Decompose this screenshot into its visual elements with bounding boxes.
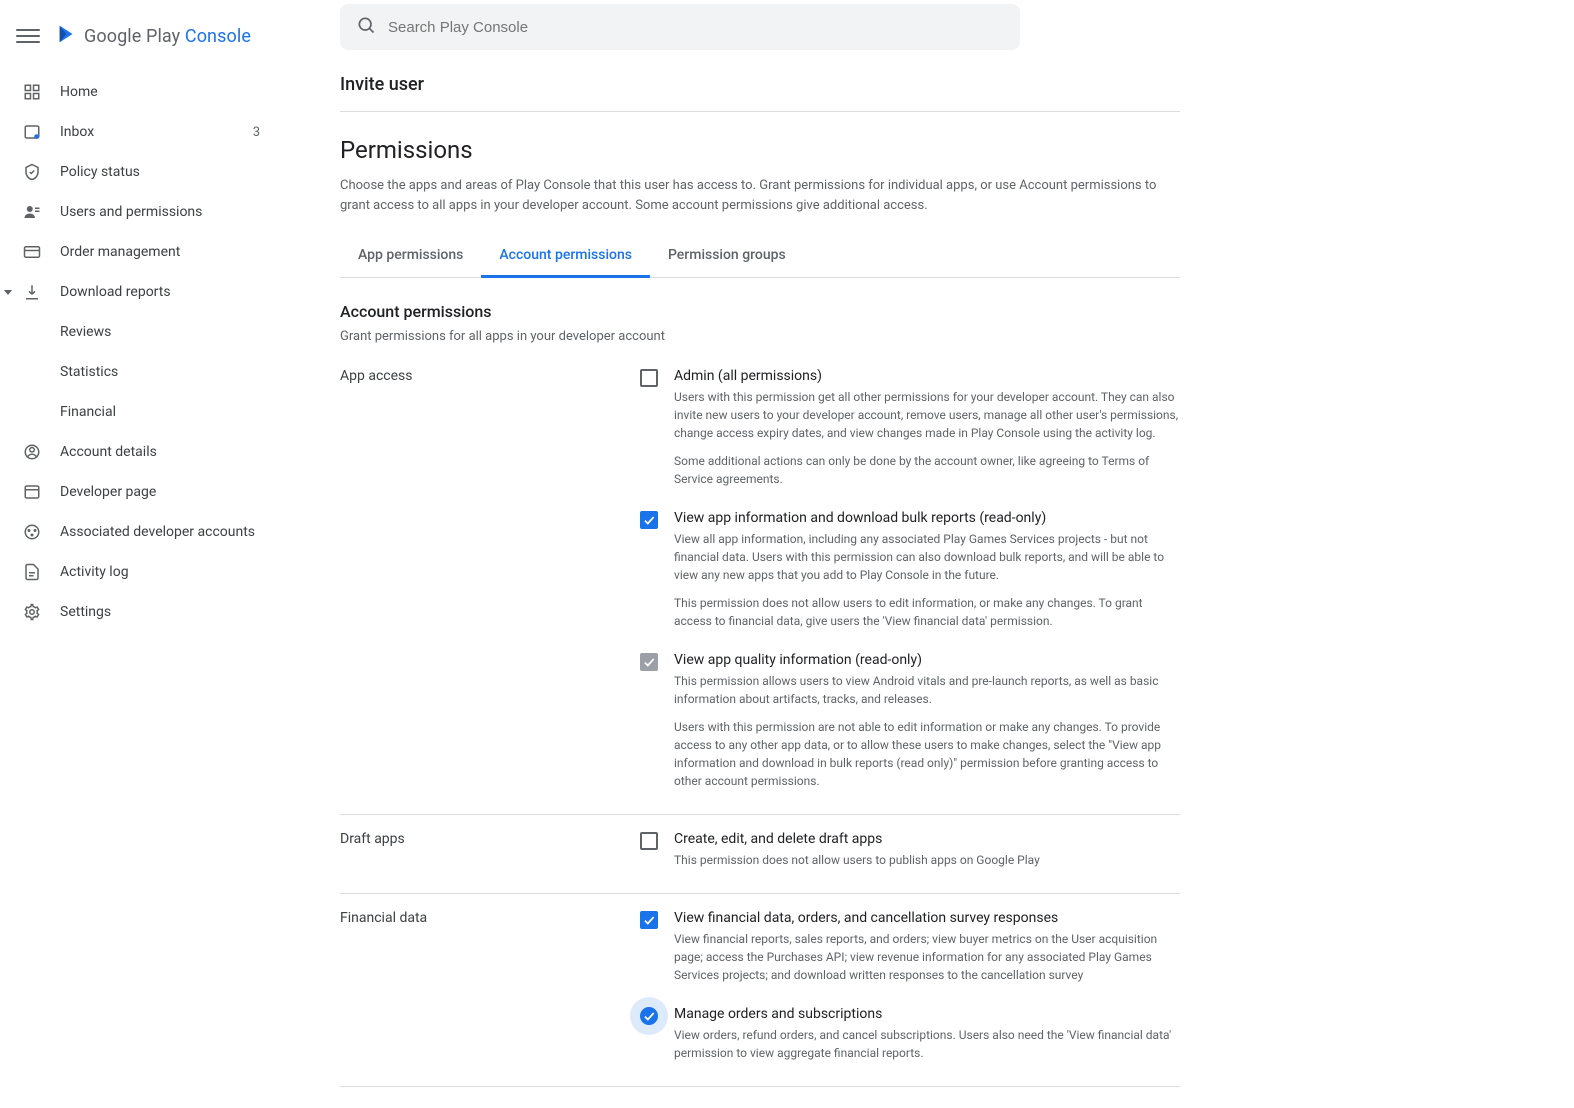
permission-description: View financial reports, sales reports, a… bbox=[674, 930, 1180, 984]
tab-account-permissions[interactable]: Account permissions bbox=[481, 235, 650, 278]
permission-description: This permission allows users to view And… bbox=[674, 672, 1180, 790]
main: Invite user Permissions Choose the apps … bbox=[280, 0, 1574, 1108]
tab-app-permissions[interactable]: App permissions bbox=[340, 235, 481, 278]
sidebar-item-label: Policy status bbox=[60, 164, 260, 180]
permission-title: View app information and download bulk r… bbox=[674, 510, 1180, 526]
sidebar-item-label: Settings bbox=[60, 604, 260, 620]
sidebar-item-inbox[interactable]: Inbox 3 bbox=[0, 112, 280, 152]
permission-title: View financial data, orders, and cancell… bbox=[674, 910, 1180, 926]
sidebar-item-label: Account details bbox=[60, 444, 260, 460]
sidebar-item-reviews[interactable]: Reviews bbox=[0, 312, 280, 352]
permission-item: Create, edit, and delete draft apps This… bbox=[640, 831, 1180, 869]
sidebar-item-download-reports[interactable]: Download reports bbox=[0, 272, 280, 312]
sidebar-item-label: Download reports bbox=[60, 284, 260, 300]
account-icon bbox=[20, 440, 44, 464]
permission-item: Admin (all permissions) Users with this … bbox=[640, 368, 1180, 488]
section-heading: Permissions bbox=[340, 136, 1180, 164]
logo[interactable]: Google Play Console bbox=[56, 23, 251, 49]
sidebar-item-users-and-permissions[interactable]: Users and permissions bbox=[0, 192, 280, 232]
permission-item: View financial data, orders, and cancell… bbox=[640, 910, 1180, 984]
sidebar-item-label: Order management bbox=[60, 244, 260, 260]
sidebar-item-settings[interactable]: Settings bbox=[0, 592, 280, 632]
permission-description: Users with this permission get all other… bbox=[674, 388, 1180, 488]
sidebar-item-label: Developer page bbox=[60, 484, 260, 500]
logo-text: Google Play Console bbox=[84, 26, 251, 47]
grid-icon bbox=[20, 80, 44, 104]
sidebar-item-label: Reviews bbox=[60, 324, 260, 340]
sidebar-item-account-details[interactable]: Account details bbox=[0, 432, 280, 472]
tabs: App permissionsAccount permissionsPermis… bbox=[340, 235, 1180, 278]
download-icon bbox=[20, 280, 44, 304]
tab-permission-groups[interactable]: Permission groups bbox=[650, 235, 804, 278]
card-icon bbox=[20, 240, 44, 264]
search-icon bbox=[356, 15, 376, 39]
permission-title: View app quality information (read-only) bbox=[674, 652, 1180, 668]
permission-group-label: App access bbox=[340, 368, 640, 790]
sidebar-item-activity-log[interactable]: Activity log bbox=[0, 552, 280, 592]
users-icon bbox=[20, 200, 44, 224]
sidebar-item-financial[interactable]: Financial bbox=[0, 392, 280, 432]
sidebar-item-badge: 3 bbox=[253, 125, 260, 140]
sidebar-item-label: Associated developer accounts bbox=[60, 524, 260, 540]
activity-icon bbox=[20, 560, 44, 584]
sidebar-item-label: Inbox bbox=[60, 124, 253, 140]
sidebar: Google Play Console Home Inbox 3 Policy … bbox=[0, 0, 280, 1108]
sidebar-item-label: Activity log bbox=[60, 564, 260, 580]
linked-icon bbox=[20, 520, 44, 544]
hamburger-icon[interactable] bbox=[16, 24, 40, 48]
checkbox[interactable] bbox=[640, 1007, 658, 1025]
permission-title: Manage orders and subscriptions bbox=[674, 1006, 1180, 1022]
checkbox[interactable] bbox=[640, 911, 658, 929]
checkbox[interactable] bbox=[640, 832, 658, 850]
sidebar-item-label: Statistics bbox=[60, 364, 260, 380]
permission-group: Draft apps Create, edit, and delete draf… bbox=[340, 815, 1180, 894]
sidebar-item-statistics[interactable]: Statistics bbox=[0, 352, 280, 392]
sidebar-item-label: Financial bbox=[60, 404, 260, 420]
sidebar-item-label: Users and permissions bbox=[60, 204, 260, 220]
page-title: Invite user bbox=[340, 74, 1180, 111]
permission-description: This permission does not allow users to … bbox=[674, 851, 1180, 869]
subsection-heading: Account permissions bbox=[340, 302, 1180, 321]
subsection-sub: Grant permissions for all apps in your d… bbox=[340, 329, 1180, 344]
sidebar-item-order-management[interactable]: Order management bbox=[0, 232, 280, 272]
permission-group-label: Financial data bbox=[340, 910, 640, 1062]
divider bbox=[340, 111, 1180, 112]
sidebar-item-policy-status[interactable]: Policy status bbox=[0, 152, 280, 192]
permission-group-label: Draft apps bbox=[340, 831, 640, 869]
permission-group: Financial data View financial data, orde… bbox=[340, 894, 1180, 1087]
permission-item: View app information and download bulk r… bbox=[640, 510, 1180, 630]
shield-icon bbox=[20, 160, 44, 184]
inbox-icon bbox=[20, 120, 44, 144]
permission-title: Create, edit, and delete draft apps bbox=[674, 831, 1180, 847]
settings-icon bbox=[20, 600, 44, 624]
play-icon bbox=[56, 23, 78, 49]
checkbox[interactable] bbox=[640, 369, 658, 387]
search-input[interactable] bbox=[388, 19, 1004, 36]
checkbox[interactable] bbox=[640, 653, 658, 671]
checkbox[interactable] bbox=[640, 511, 658, 529]
sidebar-item-label: Home bbox=[60, 84, 260, 100]
sidebar-item-developer-page[interactable]: Developer page bbox=[0, 472, 280, 512]
page-icon bbox=[20, 480, 44, 504]
section-sub: Choose the apps and areas of Play Consol… bbox=[340, 176, 1180, 215]
permission-description: View orders, refund orders, and cancel s… bbox=[674, 1026, 1180, 1062]
sidebar-item-associated-developer-accounts[interactable]: Associated developer accounts bbox=[0, 512, 280, 552]
permission-item: View app quality information (read-only)… bbox=[640, 652, 1180, 790]
permission-group: App access Admin (all permissions) Users… bbox=[340, 368, 1180, 815]
permission-description: View all app information, including any … bbox=[674, 530, 1180, 630]
permission-title: Admin (all permissions) bbox=[674, 368, 1180, 384]
permission-item: Manage orders and subscriptions View ord… bbox=[640, 1006, 1180, 1062]
search-bar[interactable] bbox=[340, 4, 1020, 50]
sidebar-item-home[interactable]: Home bbox=[0, 72, 280, 112]
nav: Home Inbox 3 Policy status Users and per… bbox=[0, 64, 280, 632]
